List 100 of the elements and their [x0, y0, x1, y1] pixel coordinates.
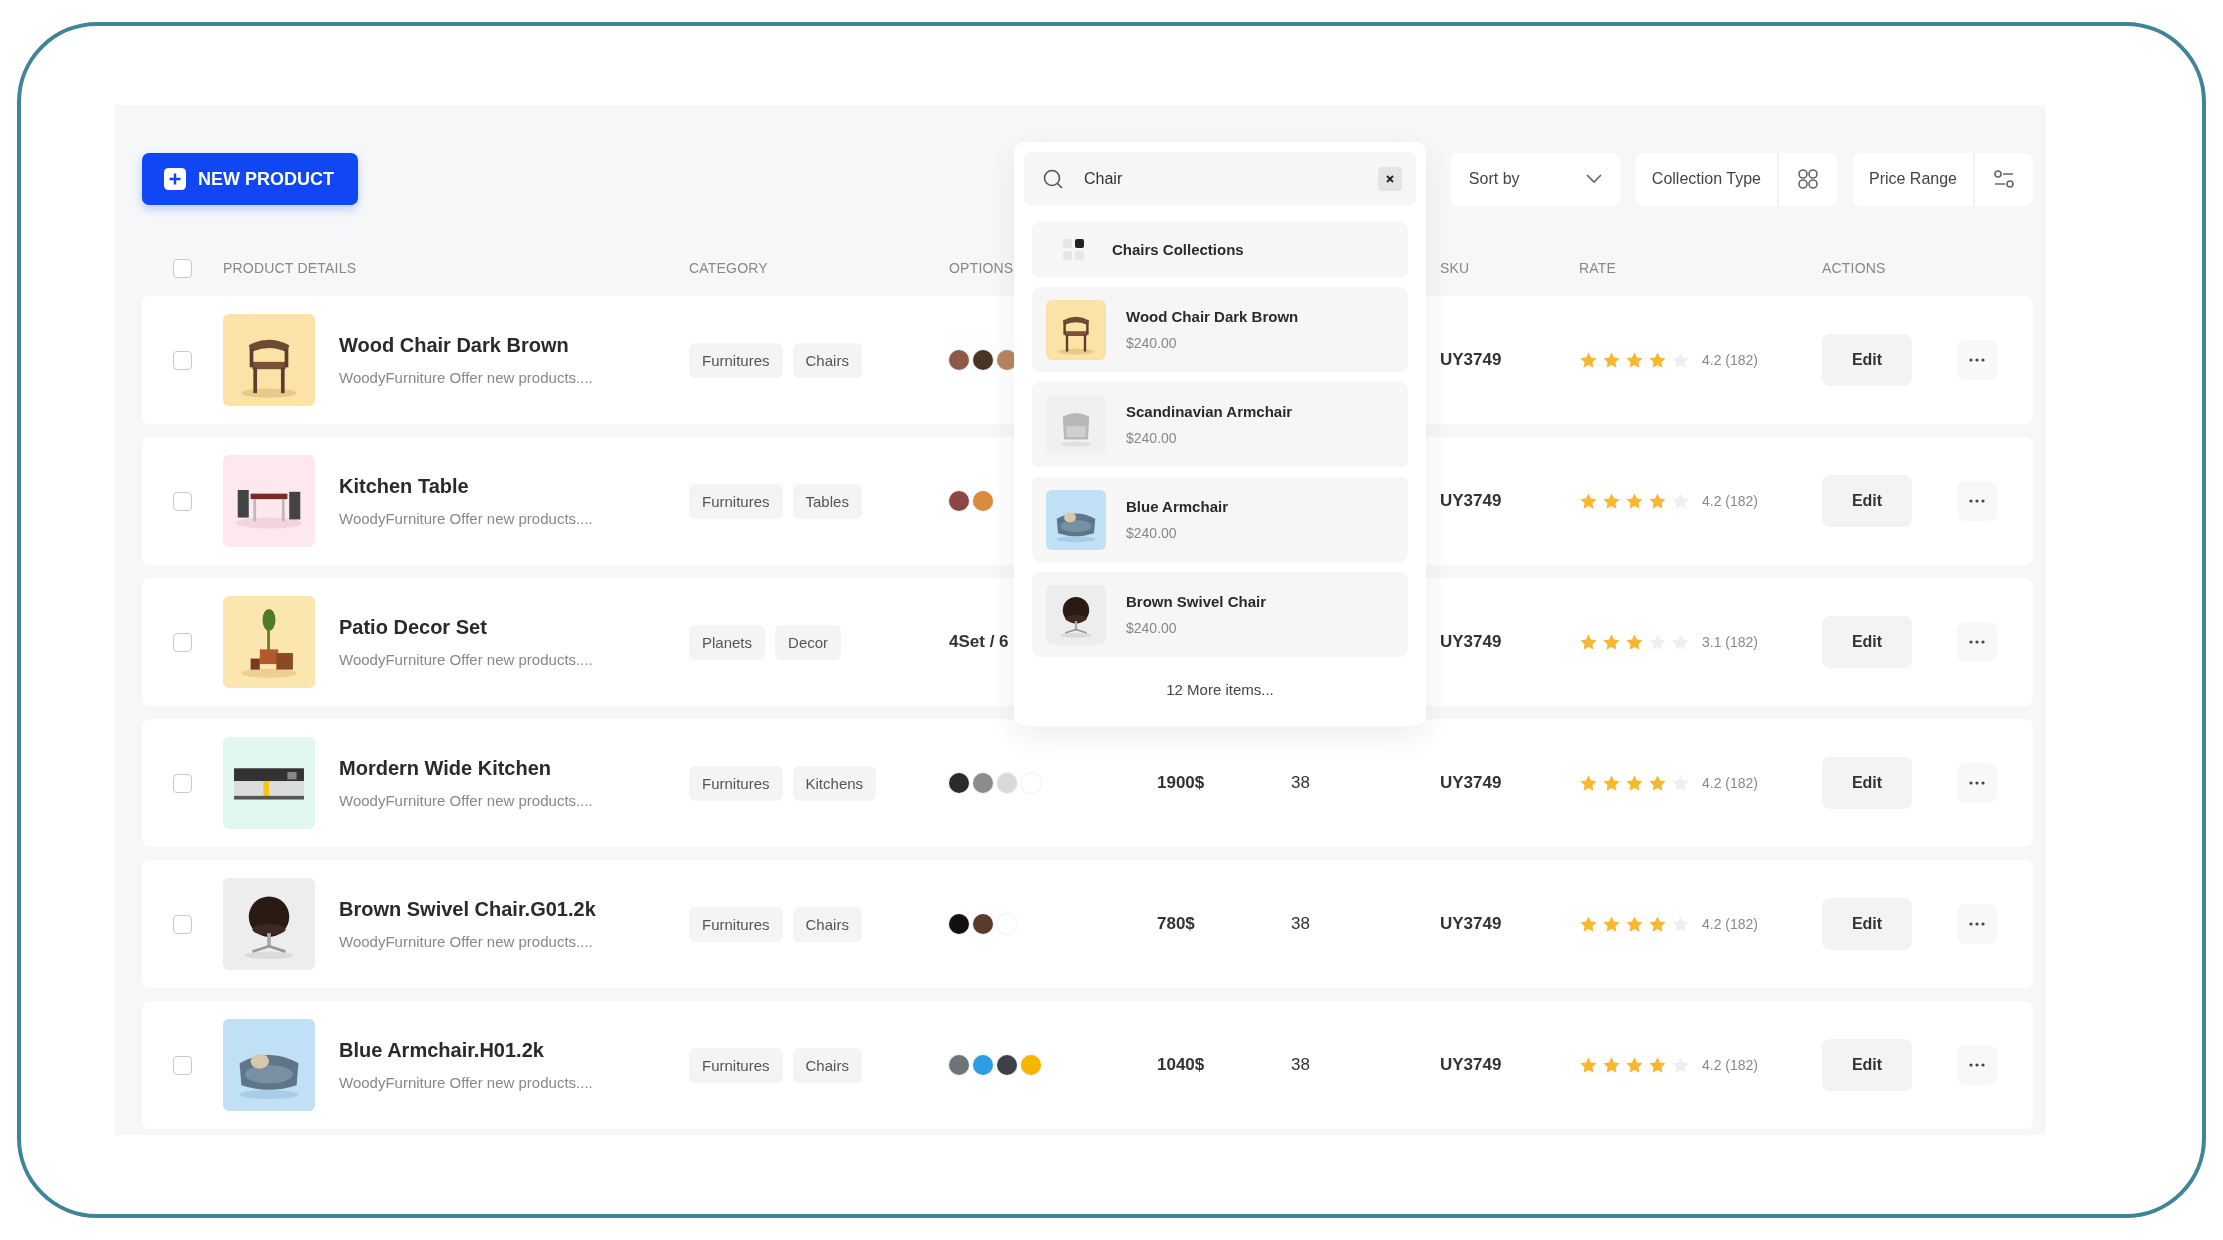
checkbox[interactable]	[173, 632, 192, 652]
product-description: WoodyFurniture Offer new products....	[339, 369, 594, 386]
result-title: Scandinavian Armchair	[1126, 403, 1293, 420]
sku-text: UY3749	[1440, 773, 1502, 792]
star-icon	[1579, 491, 1598, 511]
star-icon	[1579, 914, 1598, 934]
sku-text: UY3749	[1440, 632, 1502, 651]
edit-button[interactable]: Edit	[1822, 475, 1912, 527]
star-icon	[1602, 1055, 1621, 1075]
color-swatch[interactable]	[973, 491, 993, 511]
category-tag: Decor	[775, 624, 842, 660]
more-button[interactable]	[1957, 340, 1997, 380]
search-input[interactable]: Chair	[1082, 168, 1378, 189]
star-icon	[1602, 773, 1621, 793]
star-icon	[1602, 914, 1621, 934]
category-tag: Planets	[689, 624, 766, 660]
price-text: 1040$	[1157, 1055, 1205, 1074]
star-icon	[1602, 350, 1621, 370]
sliders-icon	[1993, 168, 2015, 190]
star-icon	[1625, 632, 1644, 652]
category-tag: Tables	[792, 483, 862, 519]
clear-button[interactable]	[1378, 166, 1402, 191]
color-swatch[interactable]	[973, 350, 993, 370]
checkbox[interactable]	[173, 258, 192, 278]
product-name: Wood Chair Dark Brown	[339, 334, 570, 357]
more-icon	[1969, 781, 1985, 785]
rating-text: 4.2 (182)	[1702, 916, 1759, 932]
color-swatch[interactable]	[973, 773, 993, 793]
collection-icon	[1062, 237, 1086, 262]
search-field[interactable]: Chair	[1024, 152, 1416, 205]
edit-button[interactable]: Edit	[1822, 1039, 1912, 1091]
color-swatch[interactable]	[949, 350, 969, 370]
color-swatch[interactable]	[949, 773, 969, 793]
color-swatch[interactable]	[949, 914, 969, 934]
search-icon	[1042, 167, 1064, 190]
color-swatch[interactable]	[973, 914, 993, 934]
result-price: $240.00	[1126, 620, 1178, 636]
star-icon	[1648, 491, 1667, 511]
star-icon	[1625, 914, 1644, 934]
price-text: 780$	[1157, 914, 1195, 933]
category-tag: Chairs	[792, 1047, 862, 1083]
column-header: ACTIONS	[1822, 260, 1886, 276]
column-header: CATEGORY	[689, 260, 768, 276]
edit-button[interactable]: Edit	[1822, 757, 1912, 809]
product-name: Patio Decor Set	[339, 616, 488, 639]
category-tag: Furnitures	[689, 483, 783, 519]
edit-button[interactable]: Edit	[1822, 616, 1912, 668]
sku-text: UY3749	[1440, 1055, 1502, 1074]
checkbox[interactable]	[173, 350, 192, 370]
category-tag: Chairs	[792, 342, 862, 378]
category-tag: Furnitures	[689, 342, 783, 378]
more-icon	[1969, 922, 1985, 926]
category-tag: Furnitures	[689, 1047, 783, 1083]
column-header: OPTIONS	[949, 260, 1014, 276]
close-icon	[1385, 173, 1395, 184]
color-swatch[interactable]	[949, 491, 969, 511]
search-result[interactable]: Chairs Collections	[1032, 222, 1408, 277]
star-icon	[1579, 350, 1598, 370]
more-button[interactable]	[1957, 763, 1997, 803]
rating-text: 3.1 (182)	[1702, 634, 1759, 650]
search-result[interactable]: Blue Armchair $240.00	[1032, 477, 1408, 562]
product-name: Blue Armchair.H01.2k	[339, 1039, 545, 1062]
product-name: Brown Swivel Chair.G01.2k	[339, 898, 597, 921]
product-description: WoodyFurniture Offer new products....	[339, 651, 594, 668]
search-result[interactable]: Scandinavian Armchair $240.00	[1032, 382, 1408, 467]
more-icon	[1969, 640, 1985, 644]
more-button[interactable]	[1957, 481, 1997, 521]
search-result[interactable]: Brown Swivel Chair $240.00	[1032, 572, 1408, 657]
checkbox[interactable]	[173, 1055, 192, 1075]
color-swatch[interactable]	[997, 1055, 1017, 1075]
color-swatch[interactable]	[973, 1055, 993, 1075]
checkbox[interactable]	[173, 914, 192, 934]
checkbox[interactable]	[173, 491, 192, 511]
color-swatch[interactable]	[1021, 1055, 1041, 1075]
column-header: SKU	[1440, 260, 1470, 276]
edit-button[interactable]: Edit	[1822, 898, 1912, 950]
product-description: WoodyFurniture Offer new products....	[339, 510, 594, 527]
checkbox[interactable]	[173, 773, 192, 793]
color-swatch[interactable]	[997, 350, 1017, 370]
more-button[interactable]	[1957, 1045, 1997, 1085]
grid-icon	[1796, 168, 1819, 190]
product-description: WoodyFurniture Offer new products....	[339, 1074, 594, 1091]
product-name: Kitchen Table	[339, 475, 470, 498]
rating-text: 4.2 (182)	[1702, 493, 1759, 509]
color-swatch[interactable]	[997, 773, 1017, 793]
sku-text: UY3749	[1440, 350, 1502, 369]
star-icon	[1648, 914, 1667, 934]
search-result[interactable]: Wood Chair Dark Brown $240.00	[1032, 287, 1408, 372]
more-button[interactable]	[1957, 904, 1997, 944]
new-product-button[interactable]: NEW PRODUCT	[142, 153, 358, 205]
stock-text: 38	[1291, 914, 1310, 933]
color-swatch[interactable]	[949, 1055, 969, 1075]
column-header: PRODUCT DETAILS	[223, 260, 357, 276]
more-button[interactable]	[1957, 622, 1997, 662]
edit-button[interactable]: Edit	[1822, 334, 1912, 386]
sort-dropdown[interactable]: Sort by	[1449, 152, 1620, 206]
more-items-link[interactable]: 12 More items...	[1166, 681, 1274, 698]
plus-icon	[164, 168, 186, 190]
star-icon	[1625, 773, 1644, 793]
category-tag: Furnitures	[689, 765, 783, 801]
